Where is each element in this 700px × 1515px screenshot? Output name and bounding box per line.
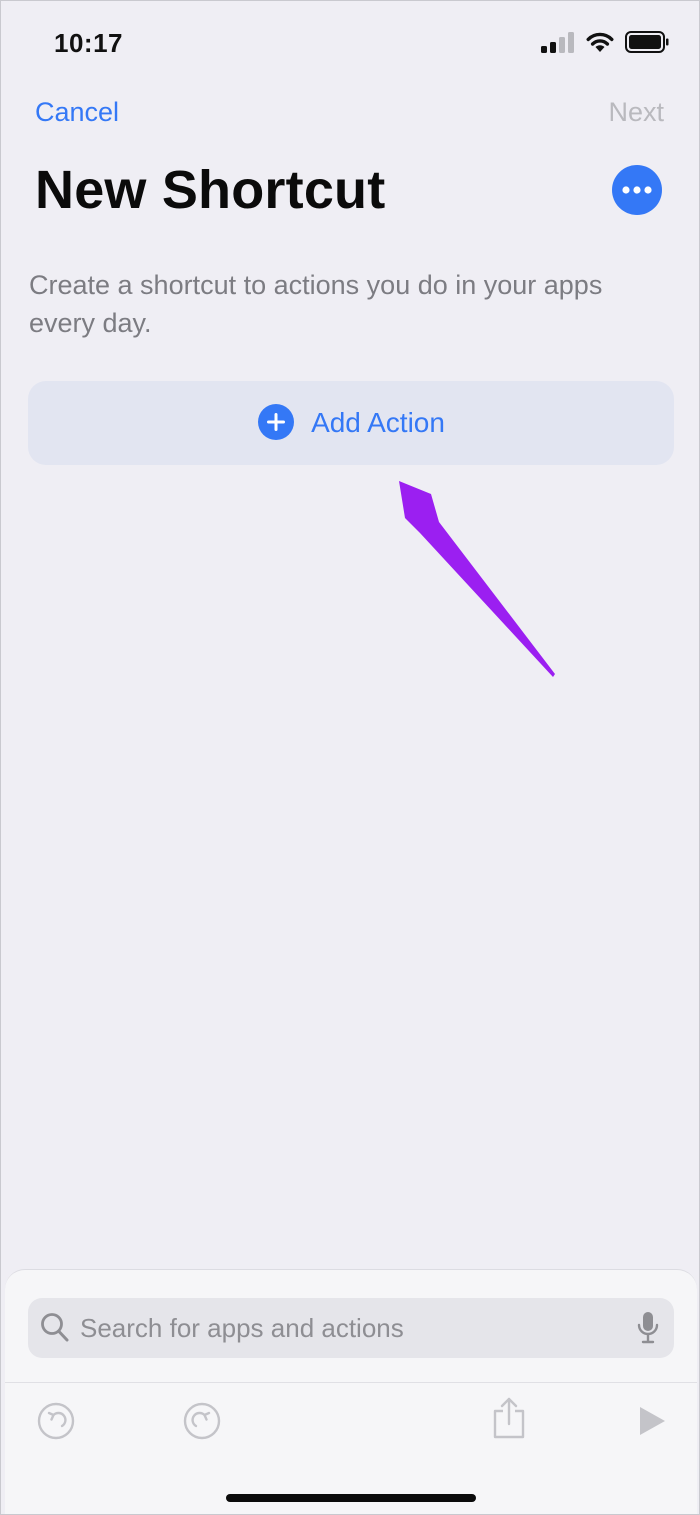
microphone-icon[interactable]	[636, 1311, 660, 1350]
undo-button[interactable]	[37, 1402, 75, 1443]
action-search-panel	[5, 1269, 697, 1514]
search-bar	[28, 1298, 674, 1358]
search-input[interactable]	[80, 1298, 620, 1358]
shortcut-editor-screen: 10:17 Cancel Next New Shortcut Create a …	[0, 0, 700, 1515]
share-button[interactable]	[491, 1396, 527, 1443]
search-icon	[40, 1312, 70, 1349]
run-shortcut-button[interactable]	[637, 1405, 667, 1440]
toolbar-divider	[5, 1382, 697, 1383]
share-icon	[491, 1397, 527, 1443]
play-icon	[637, 1407, 667, 1440]
redo-button[interactable]	[183, 1402, 221, 1443]
undo-icon	[37, 1402, 75, 1443]
redo-icon	[183, 1402, 221, 1443]
home-indicator	[226, 1494, 476, 1502]
